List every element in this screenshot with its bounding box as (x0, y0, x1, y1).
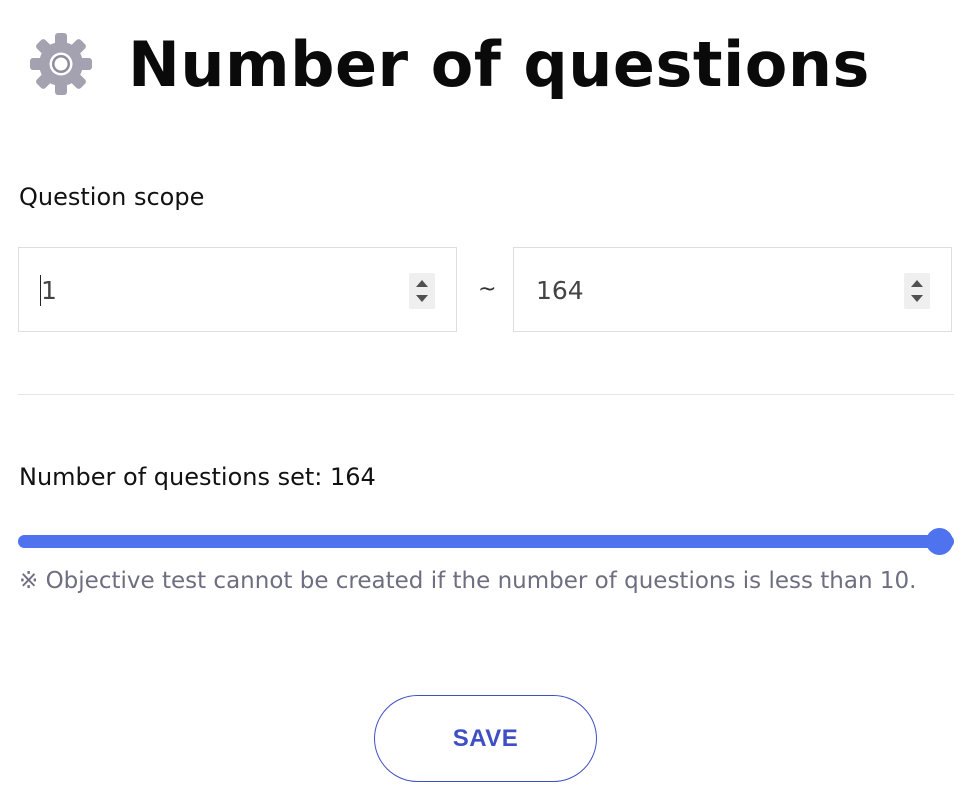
scope-from-value: 1 (41, 276, 57, 305)
questions-count-slider[interactable] (18, 527, 954, 555)
stepper-down-icon[interactable] (911, 295, 923, 302)
scope-from-stepper[interactable] (409, 273, 435, 309)
slider-thumb[interactable] (926, 528, 953, 555)
questions-count-label: Number of questions set: 164 (19, 463, 376, 491)
gear-icon (30, 33, 92, 95)
stepper-up-icon[interactable] (416, 280, 428, 287)
scope-to-input[interactable]: 164 (513, 247, 952, 332)
page-title: Number of questions (128, 27, 870, 101)
minimum-questions-note: ※ Objective test cannot be created if th… (19, 568, 917, 594)
save-button[interactable]: SAVE (374, 695, 597, 782)
section-divider (18, 394, 954, 395)
question-scope-label: Question scope (19, 183, 205, 211)
range-separator: ~ (478, 277, 497, 302)
slider-track[interactable] (18, 535, 954, 548)
page-header: Number of questions (28, 26, 870, 102)
scope-to-value: 164 (536, 276, 584, 305)
slider-fill (18, 535, 954, 548)
stepper-up-icon[interactable] (911, 280, 923, 287)
scope-to-stepper[interactable] (904, 273, 930, 309)
scope-from-input[interactable]: 1 (18, 247, 457, 332)
stepper-down-icon[interactable] (416, 295, 428, 302)
